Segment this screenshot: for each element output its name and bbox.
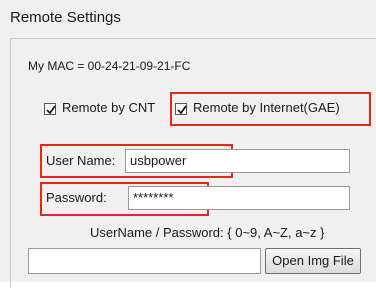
open-img-file-button[interactable]: Open Img File xyxy=(265,248,361,274)
remote-cnt-checkbox[interactable] xyxy=(44,103,56,115)
image-path-input[interactable] xyxy=(28,248,261,274)
checkmark-icon xyxy=(177,105,187,115)
username-input[interactable]: usbpower xyxy=(125,149,350,173)
password-label: Password: xyxy=(46,190,107,205)
window-title: Remote Settings xyxy=(10,9,121,26)
remote-settings-window: Remote Settings My MAC = 00-24-21-09-21-… xyxy=(0,0,376,288)
remote-internet-label[interactable]: Remote by Internet(GAE) xyxy=(193,100,340,115)
remote-internet-checkbox[interactable] xyxy=(175,103,187,115)
remote-cnt-label[interactable]: Remote by CNT xyxy=(62,100,155,115)
checkmark-icon xyxy=(46,105,56,115)
title-bar: Remote Settings xyxy=(0,0,376,38)
credential-hint: UserName / Password: { 0~9, A~Z, a~z } xyxy=(90,225,325,240)
username-label: User Name: xyxy=(46,153,116,168)
mac-address-label: My MAC = 00-24-21-09-21-FC xyxy=(28,59,191,73)
password-input[interactable]: ******** xyxy=(128,186,350,210)
